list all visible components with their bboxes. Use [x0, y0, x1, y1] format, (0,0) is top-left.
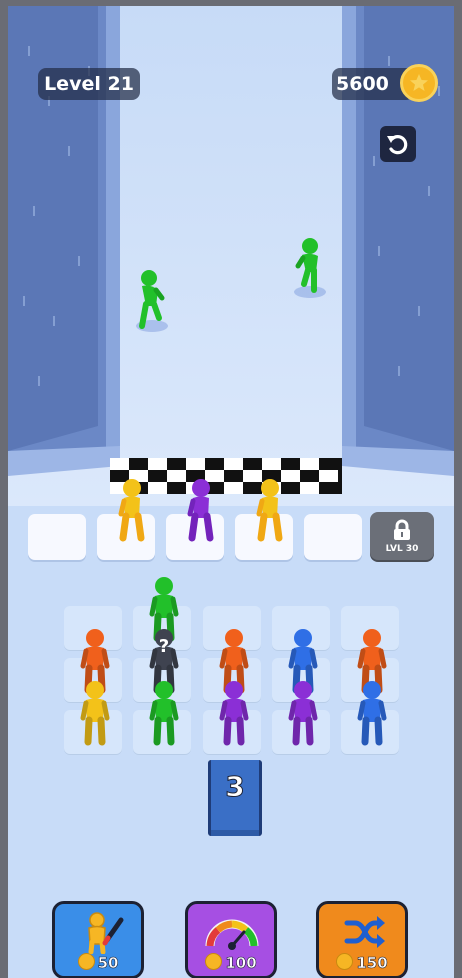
runner-left — [136, 270, 168, 332]
speed-cost: 100 — [188, 953, 274, 972]
coin-icon — [205, 953, 223, 970]
locked-slot[interactable]: LVL 30 — [370, 512, 434, 560]
powerup-shuffle-button[interactable]: 150 — [316, 901, 408, 978]
lock-icon — [394, 519, 410, 540]
slot-figure-3 — [256, 479, 283, 542]
level-indicator: Level 21 — [38, 68, 140, 100]
hidden-marker: ? — [159, 636, 169, 657]
crowd-figure[interactable] — [351, 680, 393, 746]
crowd-figure[interactable] — [74, 680, 116, 746]
crowd-figure[interactable] — [143, 680, 185, 746]
shuffle-icon — [344, 916, 385, 948]
runner-right — [294, 238, 326, 298]
queue-count: 3 — [225, 770, 245, 804]
spawn-queue: 3 — [208, 760, 262, 836]
coin-icon — [77, 953, 95, 970]
paint-brush-person-icon — [88, 912, 124, 954]
shuffle-cost-value: 150 — [356, 954, 388, 973]
recolor-cost: 50 — [55, 953, 141, 972]
slot-1 — [28, 514, 86, 560]
speed-cost-value: 100 — [225, 954, 257, 973]
coin-icon — [336, 953, 354, 970]
restart-button[interactable] — [380, 126, 416, 162]
coin-icon — [400, 64, 438, 102]
shuffle-cost: 150 — [319, 953, 405, 972]
crowd-figure[interactable] — [213, 680, 255, 746]
recolor-cost-value: 50 — [97, 954, 119, 973]
restart-icon — [387, 135, 408, 155]
crowd-figure[interactable] — [282, 680, 324, 746]
locked-slot-label: LVL 30 — [385, 544, 419, 554]
slot-figure-1 — [118, 479, 145, 542]
slot-figure-2 — [187, 479, 214, 542]
powerup-speed-button[interactable]: 100 — [185, 901, 277, 978]
screen: Level 21 5600 LVL 30 ? 3 50 100 150 — [0, 0, 462, 978]
powerup-recolor-button[interactable]: 50 — [52, 901, 144, 978]
game-viewport: Level 21 5600 LVL 30 ? 3 50 100 150 — [8, 6, 454, 978]
slot-5 — [304, 514, 362, 560]
speedometer-icon — [205, 919, 259, 950]
